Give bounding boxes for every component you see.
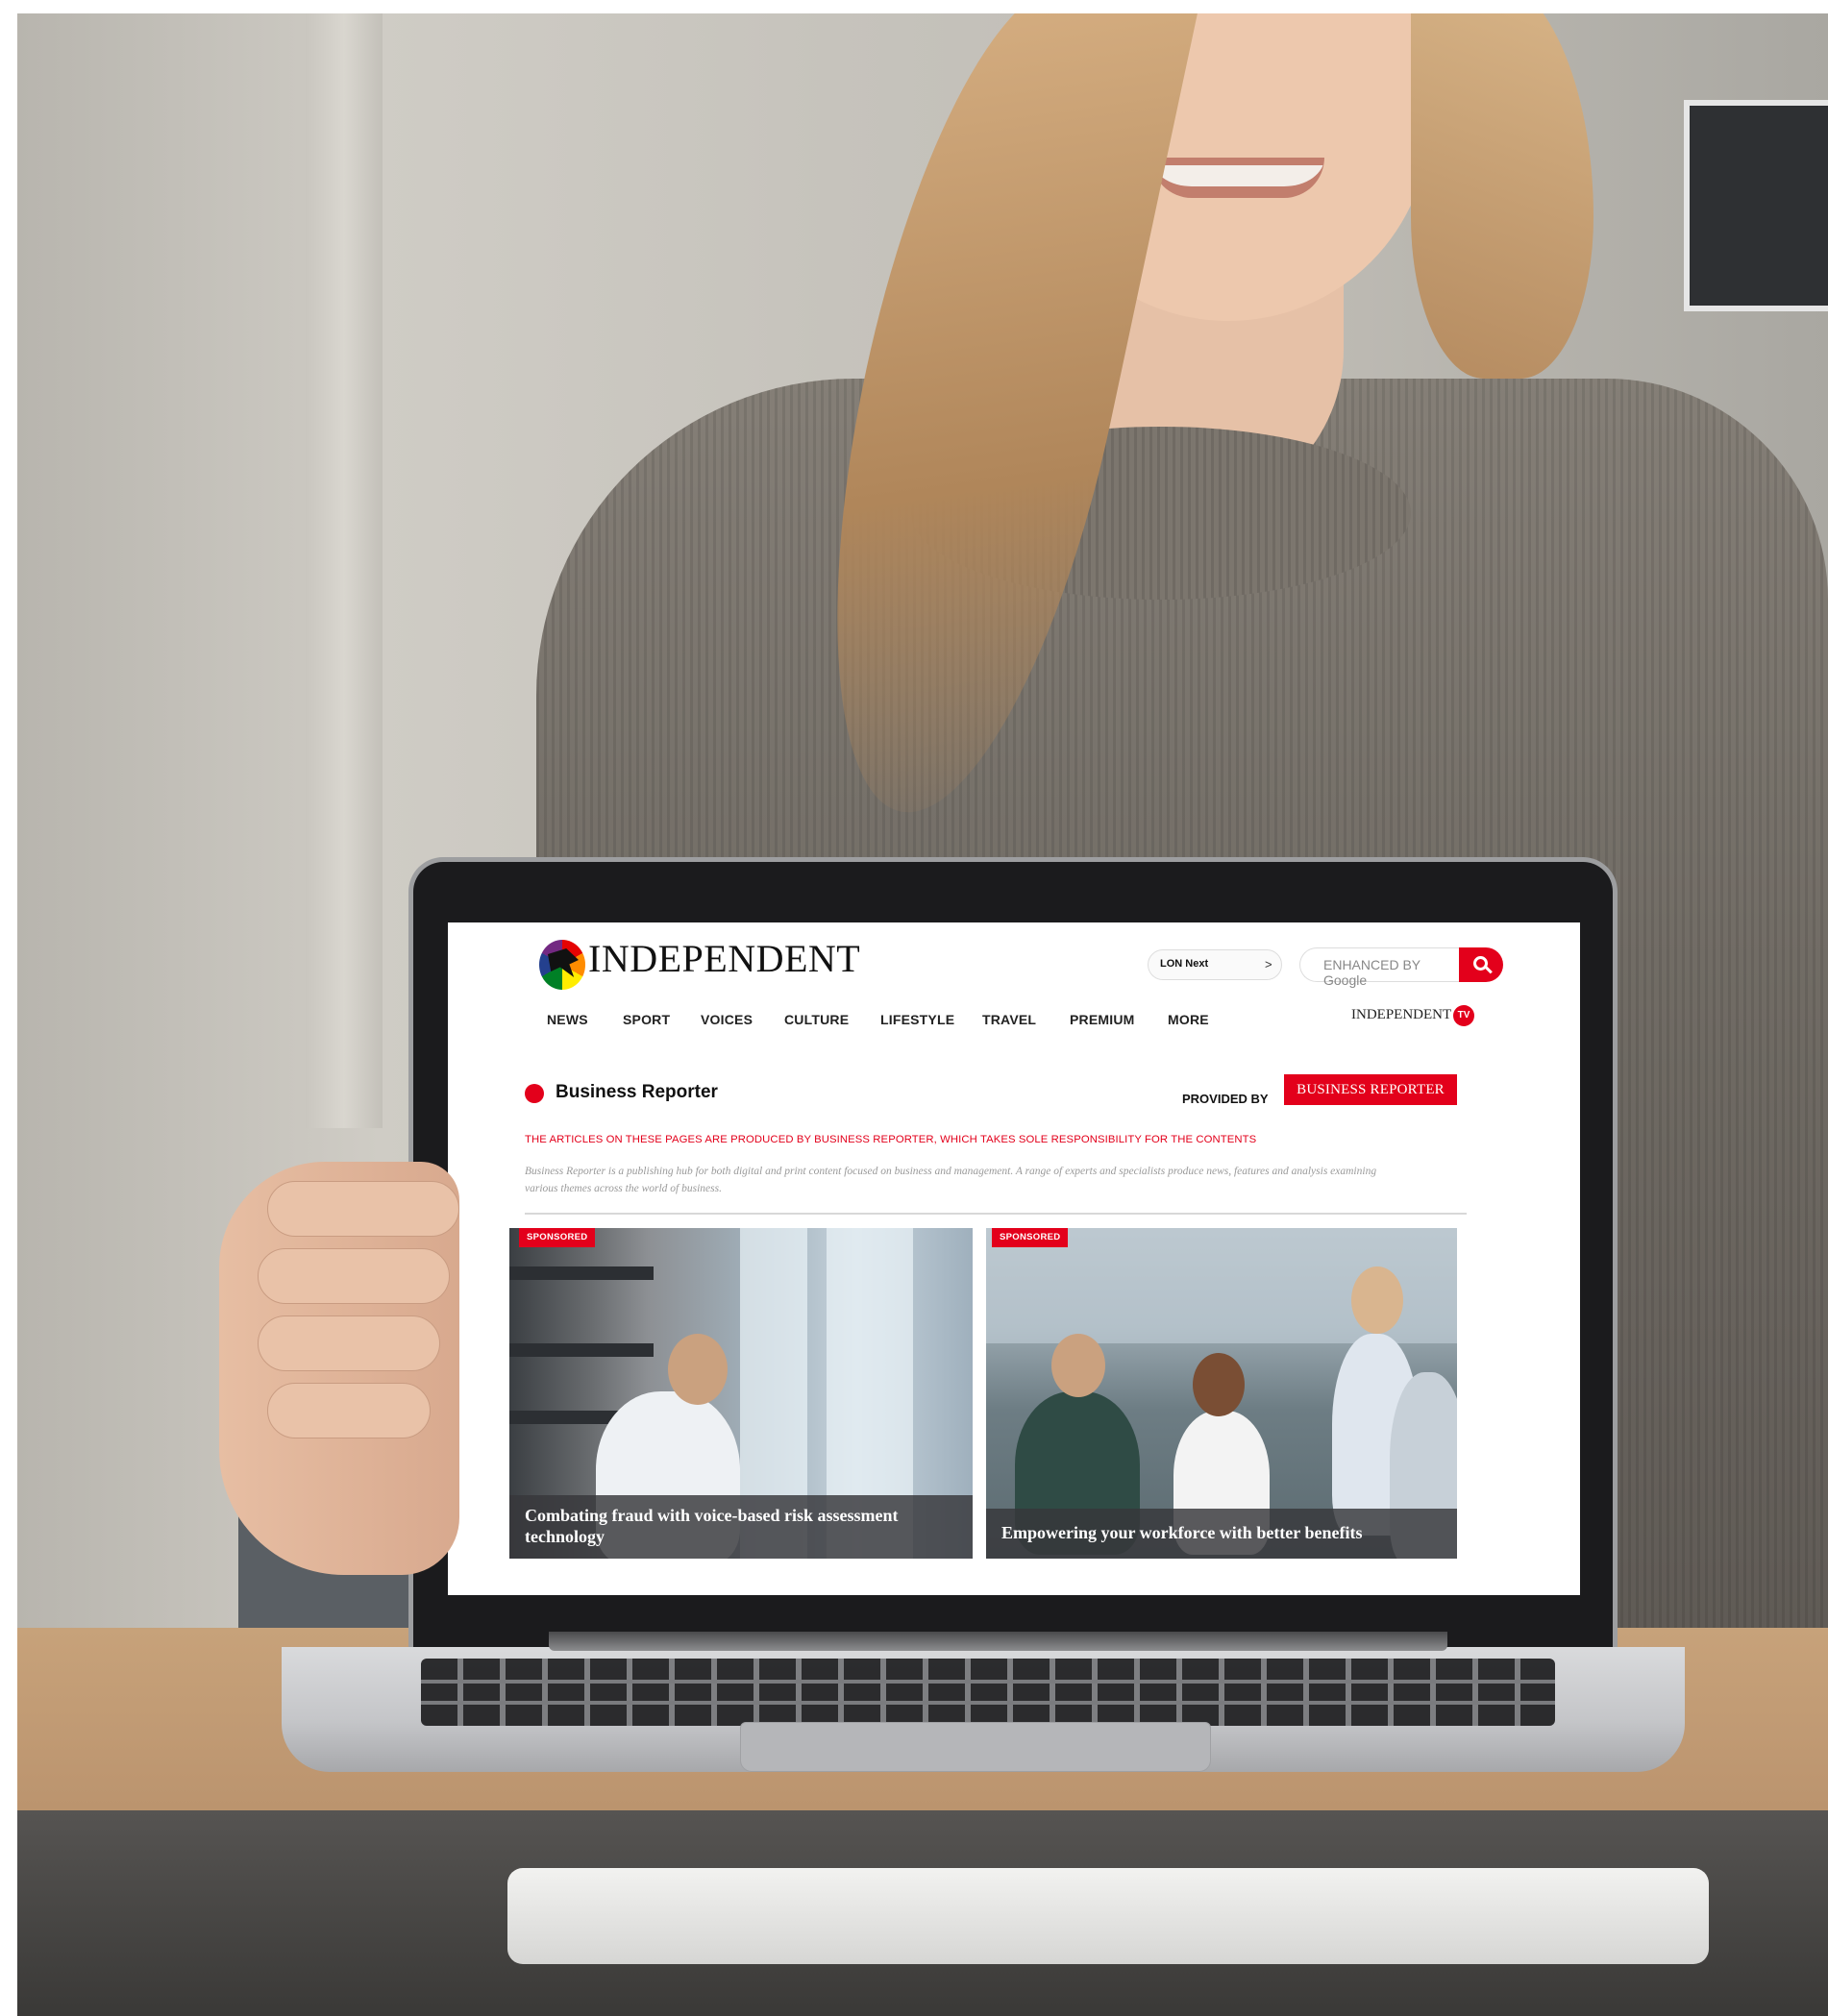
- finger: [258, 1248, 450, 1304]
- photo-scene: INDEPENDENT LON Next > ENHANCED BY Googl…: [17, 13, 1828, 2016]
- article-headline[interactable]: Empowering your workforce with better be…: [1001, 1522, 1442, 1543]
- shelf: [509, 1266, 654, 1280]
- site-logo-text[interactable]: INDEPENDENT: [588, 936, 860, 981]
- site-header: INDEPENDENT LON Next > ENHANCED BY Googl…: [448, 922, 1580, 992]
- keyboard-row-gap: [421, 1701, 1555, 1705]
- search-button[interactable]: [1459, 947, 1503, 982]
- sponsored-badge: SPONSORED: [519, 1228, 596, 1247]
- nav-item-more[interactable]: MORE: [1168, 1012, 1209, 1027]
- section-dot-icon: [525, 1084, 544, 1103]
- laptop-keyboard: [421, 1659, 1555, 1726]
- headline-bar: Empowering your workforce with better be…: [986, 1509, 1457, 1559]
- article-card[interactable]: SPONSORED Combating fraud with voice-bas…: [509, 1228, 973, 1559]
- person-head: [1193, 1353, 1245, 1416]
- nav-item-culture[interactable]: CULTURE: [784, 1012, 849, 1027]
- article-headline[interactable]: Combating fraud with voice-based risk as…: [525, 1505, 957, 1547]
- headline-bar: Combating fraud with voice-based risk as…: [509, 1495, 973, 1559]
- independent-tv-logo[interactable]: INDEPENDENT: [1351, 1007, 1451, 1023]
- nav-item-sport[interactable]: SPORT: [623, 1012, 670, 1027]
- event-link[interactable]: LON Next: [1148, 949, 1282, 980]
- disclaimer-text: THE ARTICLES ON THESE PAGES ARE PRODUCED…: [525, 1134, 1257, 1145]
- keyboard-row-gap: [421, 1680, 1555, 1684]
- chevron-right-icon: >: [1265, 957, 1272, 971]
- nav-item-travel[interactable]: TRAVEL: [982, 1012, 1036, 1027]
- finger: [267, 1181, 459, 1237]
- search-input[interactable]: ENHANCED BY Google: [1299, 947, 1459, 988]
- wall-picture-frame: [1684, 100, 1828, 311]
- section-intro: Business Reporter is a publishing hub fo…: [525, 1166, 1377, 1194]
- tv-badge: TV: [1453, 1005, 1474, 1026]
- wall-column: [306, 13, 383, 1128]
- laptop-hinge: [549, 1632, 1447, 1651]
- nav-item-news[interactable]: NEWS: [547, 1012, 588, 1027]
- person-hair-right: [1411, 13, 1593, 379]
- man-head: [668, 1334, 728, 1405]
- shelf: [509, 1343, 654, 1357]
- search-icon-handle: [1485, 966, 1493, 974]
- divider: [525, 1213, 1467, 1215]
- white-keyboard: [507, 1868, 1709, 1964]
- nav-item-voices[interactable]: VOICES: [701, 1012, 753, 1027]
- person-head: [1051, 1334, 1105, 1397]
- laptop-screen-webpage: INDEPENDENT LON Next > ENHANCED BY Googl…: [448, 922, 1580, 1595]
- nav-item-lifestyle[interactable]: LIFESTYLE: [880, 1012, 954, 1027]
- section-title: Business Reporter: [556, 1082, 718, 1102]
- main-nav: NEWS SPORT VOICES CULTURE LIFESTYLE TRAV…: [448, 1003, 1580, 1038]
- nav-item-premium[interactable]: PREMIUM: [1070, 1012, 1135, 1027]
- finger: [267, 1383, 431, 1438]
- business-reporter-logo[interactable]: BUSINESS REPORTER: [1284, 1074, 1457, 1105]
- person-head: [1351, 1266, 1403, 1334]
- article-card[interactable]: SPONSORED Empowering your workforce with…: [986, 1228, 1457, 1559]
- finger: [258, 1315, 440, 1371]
- laptop-trackpad: [740, 1722, 1211, 1772]
- sponsored-badge: SPONSORED: [992, 1228, 1069, 1247]
- person-smile: [1151, 158, 1324, 198]
- provided-by-label: PROVIDED BY: [1182, 1092, 1269, 1106]
